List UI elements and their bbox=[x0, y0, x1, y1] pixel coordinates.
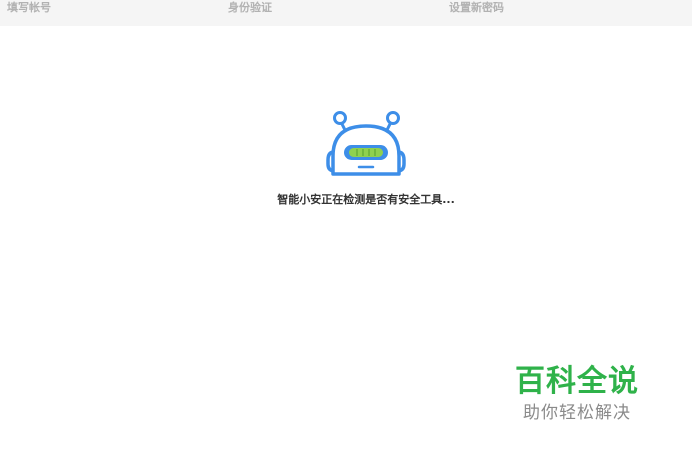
watermark-logo: 百科全说 助你轻松解决 bbox=[500, 360, 670, 432]
step-identity-verification: 身份验证 bbox=[228, 1, 272, 14]
detection-status-message: 智能小安正在检测是否有安全工具... bbox=[277, 193, 455, 206]
watermark-subtitle: 助你轻松解决 bbox=[523, 403, 631, 423]
step-set-new-password: 设置新密码 bbox=[449, 1, 504, 14]
watermark-title: 百科全说 bbox=[515, 364, 639, 399]
step-progress-bar: 填写帐号 身份验证 设置新密码 bbox=[0, 0, 692, 26]
step-fill-account: 填写帐号 bbox=[7, 1, 51, 14]
robot-icon bbox=[326, 108, 406, 180]
